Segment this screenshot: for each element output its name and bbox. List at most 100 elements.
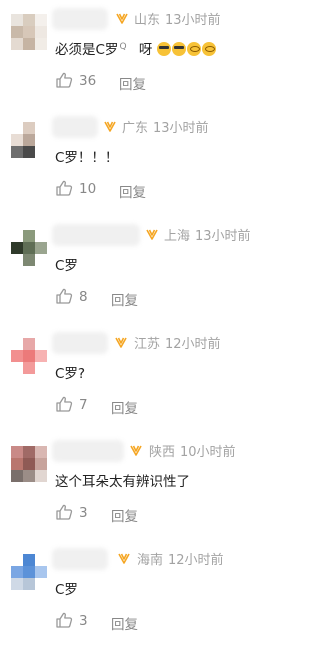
avatar-mosaic-cell (11, 338, 23, 350)
reply-button[interactable]: 回复 (111, 505, 138, 525)
avatar-mosaic-cell (23, 26, 35, 38)
vip-badge-icon (118, 553, 130, 564)
username-blurred[interactable] (52, 224, 140, 246)
avatar-mosaic-cell (35, 14, 47, 26)
thumbs-up-icon[interactable] (55, 503, 73, 521)
avatar-mosaic-cell (23, 338, 35, 350)
like-count[interactable]: 36 (79, 73, 96, 89)
comment-meta: 上海 13小时前 (164, 225, 251, 244)
avatar-mosaic-cell (11, 458, 23, 470)
reply-button[interactable]: 回复 (119, 73, 146, 93)
avatar-mosaic-cell (11, 470, 23, 482)
avatar[interactable] (11, 338, 47, 374)
cool-face-emoji-icon (156, 42, 171, 56)
avatar-mosaic-cell (23, 446, 35, 458)
comment-meta: 广东 13小时前 (122, 117, 209, 136)
thumbs-up-icon[interactable] (55, 611, 73, 629)
avatar-mosaic-cell (35, 146, 47, 158)
avatar-mosaic-cell (11, 446, 23, 458)
avatar-mosaic-cell (35, 38, 47, 50)
avatar-mosaic-cell (23, 578, 35, 590)
avatar-mosaic-cell (35, 362, 47, 374)
comment-item: 海南 12小时前 C罗 3 回复 (0, 542, 322, 650)
avatar-mosaic-cell (11, 14, 23, 26)
reply-button[interactable]: 回复 (119, 181, 146, 201)
search-link-icon[interactable]: Q (119, 42, 126, 52)
avatar-mosaic-cell (23, 470, 35, 482)
like-count[interactable]: 10 (79, 181, 96, 197)
timestamp: 10小时前 (180, 445, 236, 460)
avatar-mosaic-cell (35, 578, 47, 590)
timestamp: 12小时前 (165, 337, 221, 352)
timestamp: 13小时前 (153, 121, 209, 136)
username-blurred[interactable] (52, 548, 108, 570)
reply-button[interactable]: 回复 (111, 397, 138, 417)
thumbs-up-icon[interactable] (55, 71, 73, 89)
comment-text: 这个耳朵太有辨识性了 (55, 474, 190, 490)
avatar-mosaic-cell (23, 242, 35, 254)
avatar-mosaic-cell (11, 38, 23, 50)
like-count[interactable]: 7 (79, 397, 88, 413)
timestamp: 12小时前 (168, 553, 224, 568)
vip-badge-icon (104, 121, 116, 132)
comment-text: C罗！！！ (55, 150, 119, 166)
avatar-mosaic-cell (35, 458, 47, 470)
location: 陕西 (149, 445, 176, 460)
avatar-mosaic-cell (35, 554, 47, 566)
comment-item: 陕西 10小时前 这个耳朵太有辨识性了 3 回复 (0, 434, 322, 542)
like-count[interactable]: 3 (79, 613, 88, 629)
location: 山东 (134, 13, 161, 28)
vip-badge-icon (130, 445, 142, 456)
comment-text: C罗 (55, 582, 78, 598)
thumbs-up-icon[interactable] (55, 395, 73, 413)
avatar-mosaic-cell (11, 566, 23, 578)
astonished-face-emoji-icon (201, 42, 216, 56)
comment-text: C罗? (55, 366, 86, 382)
avatar-mosaic-cell (11, 254, 23, 266)
avatar[interactable] (11, 122, 47, 158)
comment-item: 上海 13小时前 C罗 8 回复 (0, 218, 322, 326)
username-blurred[interactable] (52, 8, 108, 30)
reply-button[interactable]: 回复 (111, 613, 138, 633)
avatar[interactable] (11, 554, 47, 590)
avatar-mosaic-cell (35, 242, 47, 254)
avatar-mosaic-cell (11, 362, 23, 374)
like-count[interactable]: 3 (79, 505, 88, 521)
avatar[interactable] (11, 230, 47, 266)
comment-item: 广东 13小时前 C罗！！！ 10 回复 (0, 110, 322, 218)
thumbs-up-icon[interactable] (55, 179, 73, 197)
avatar-mosaic-cell (11, 242, 23, 254)
avatar-mosaic-cell (11, 26, 23, 38)
comment-text: 必须是C罗Q 呀 (55, 38, 217, 58)
avatar-mosaic-cell (23, 350, 35, 362)
thumbs-up-icon[interactable] (55, 287, 73, 305)
avatar-mosaic-cell (23, 458, 35, 470)
avatar[interactable] (11, 14, 47, 50)
username-blurred[interactable] (52, 440, 124, 462)
avatar-mosaic-cell (23, 122, 35, 134)
avatar-mosaic-cell (23, 254, 35, 266)
location: 广东 (122, 121, 149, 136)
location: 海南 (137, 553, 164, 568)
avatar[interactable] (11, 446, 47, 482)
comment-text: C罗 (55, 258, 78, 274)
avatar-mosaic-cell (23, 362, 35, 374)
username-blurred[interactable] (52, 332, 108, 354)
avatar-mosaic-cell (35, 350, 47, 362)
avatar-mosaic-cell (11, 350, 23, 362)
username-blurred[interactable] (52, 116, 98, 138)
avatar-mosaic-cell (35, 26, 47, 38)
location: 江苏 (134, 337, 161, 352)
like-count[interactable]: 8 (79, 289, 88, 305)
comment-meta: 江苏 12小时前 (134, 333, 221, 352)
avatar-mosaic-cell (23, 230, 35, 242)
reply-button[interactable]: 回复 (111, 289, 138, 309)
location: 上海 (164, 229, 191, 244)
avatar-mosaic-cell (11, 146, 23, 158)
avatar-mosaic-cell (11, 122, 23, 134)
avatar-mosaic-cell (35, 254, 47, 266)
comment-meta: 海南 12小时前 (137, 549, 224, 568)
avatar-mosaic-cell (35, 338, 47, 350)
vip-badge-icon (116, 13, 128, 24)
astonished-face-emoji-icon (186, 42, 201, 56)
